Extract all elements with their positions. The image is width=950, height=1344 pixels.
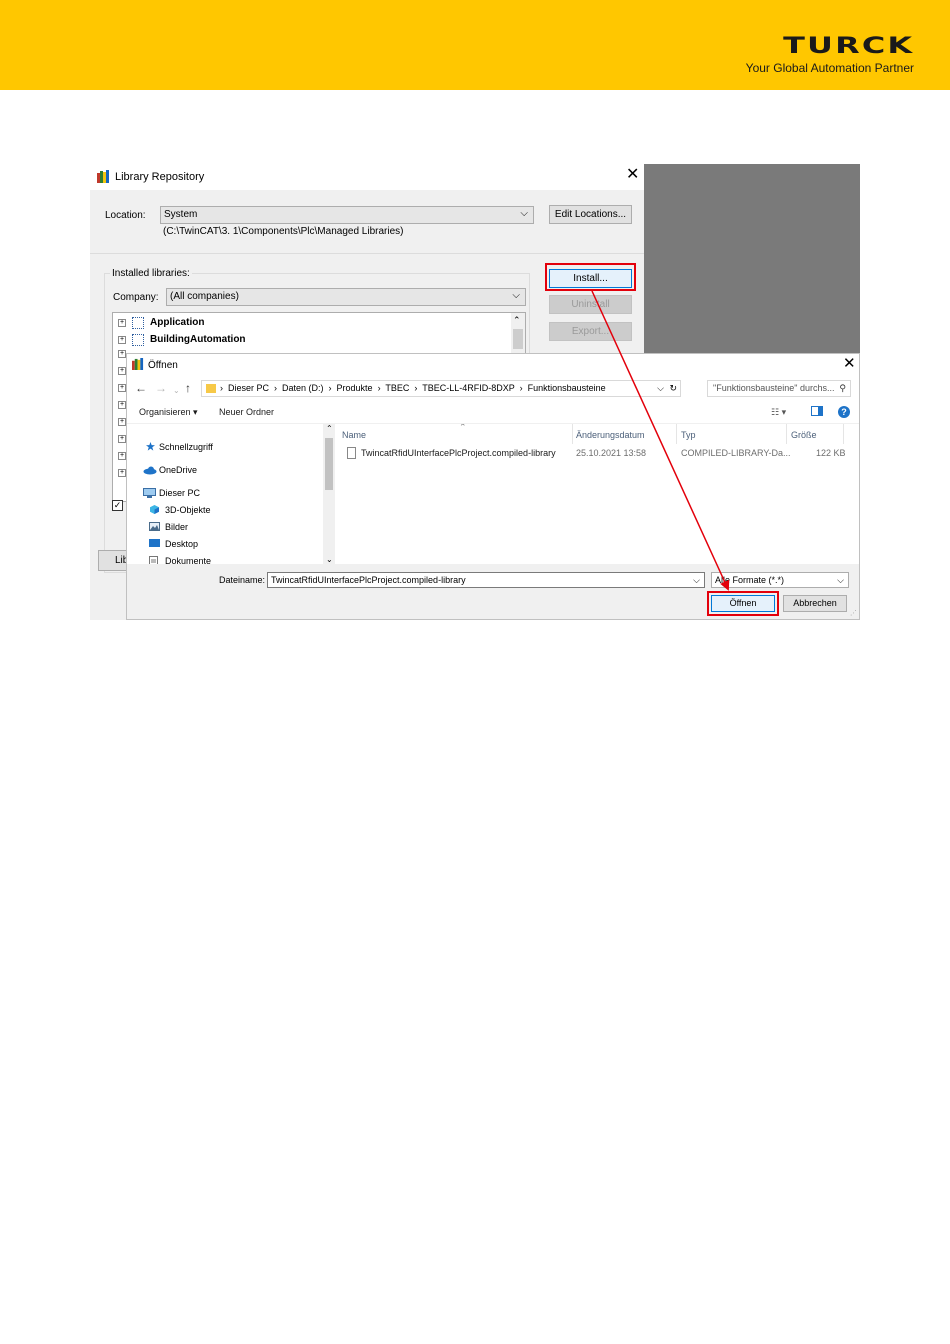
page-header: TURCK Your Global Automation Partner	[0, 0, 950, 90]
screenshot: Library Repository ✕ Location: System ⌵ …	[90, 164, 860, 620]
logo-tagline: Your Global Automation Partner	[745, 61, 914, 75]
turck-logo: TURCK Your Global Automation Partner	[745, 36, 914, 76]
annotation-arrow	[591, 290, 730, 591]
logo-word: TURCK	[782, 34, 914, 59]
